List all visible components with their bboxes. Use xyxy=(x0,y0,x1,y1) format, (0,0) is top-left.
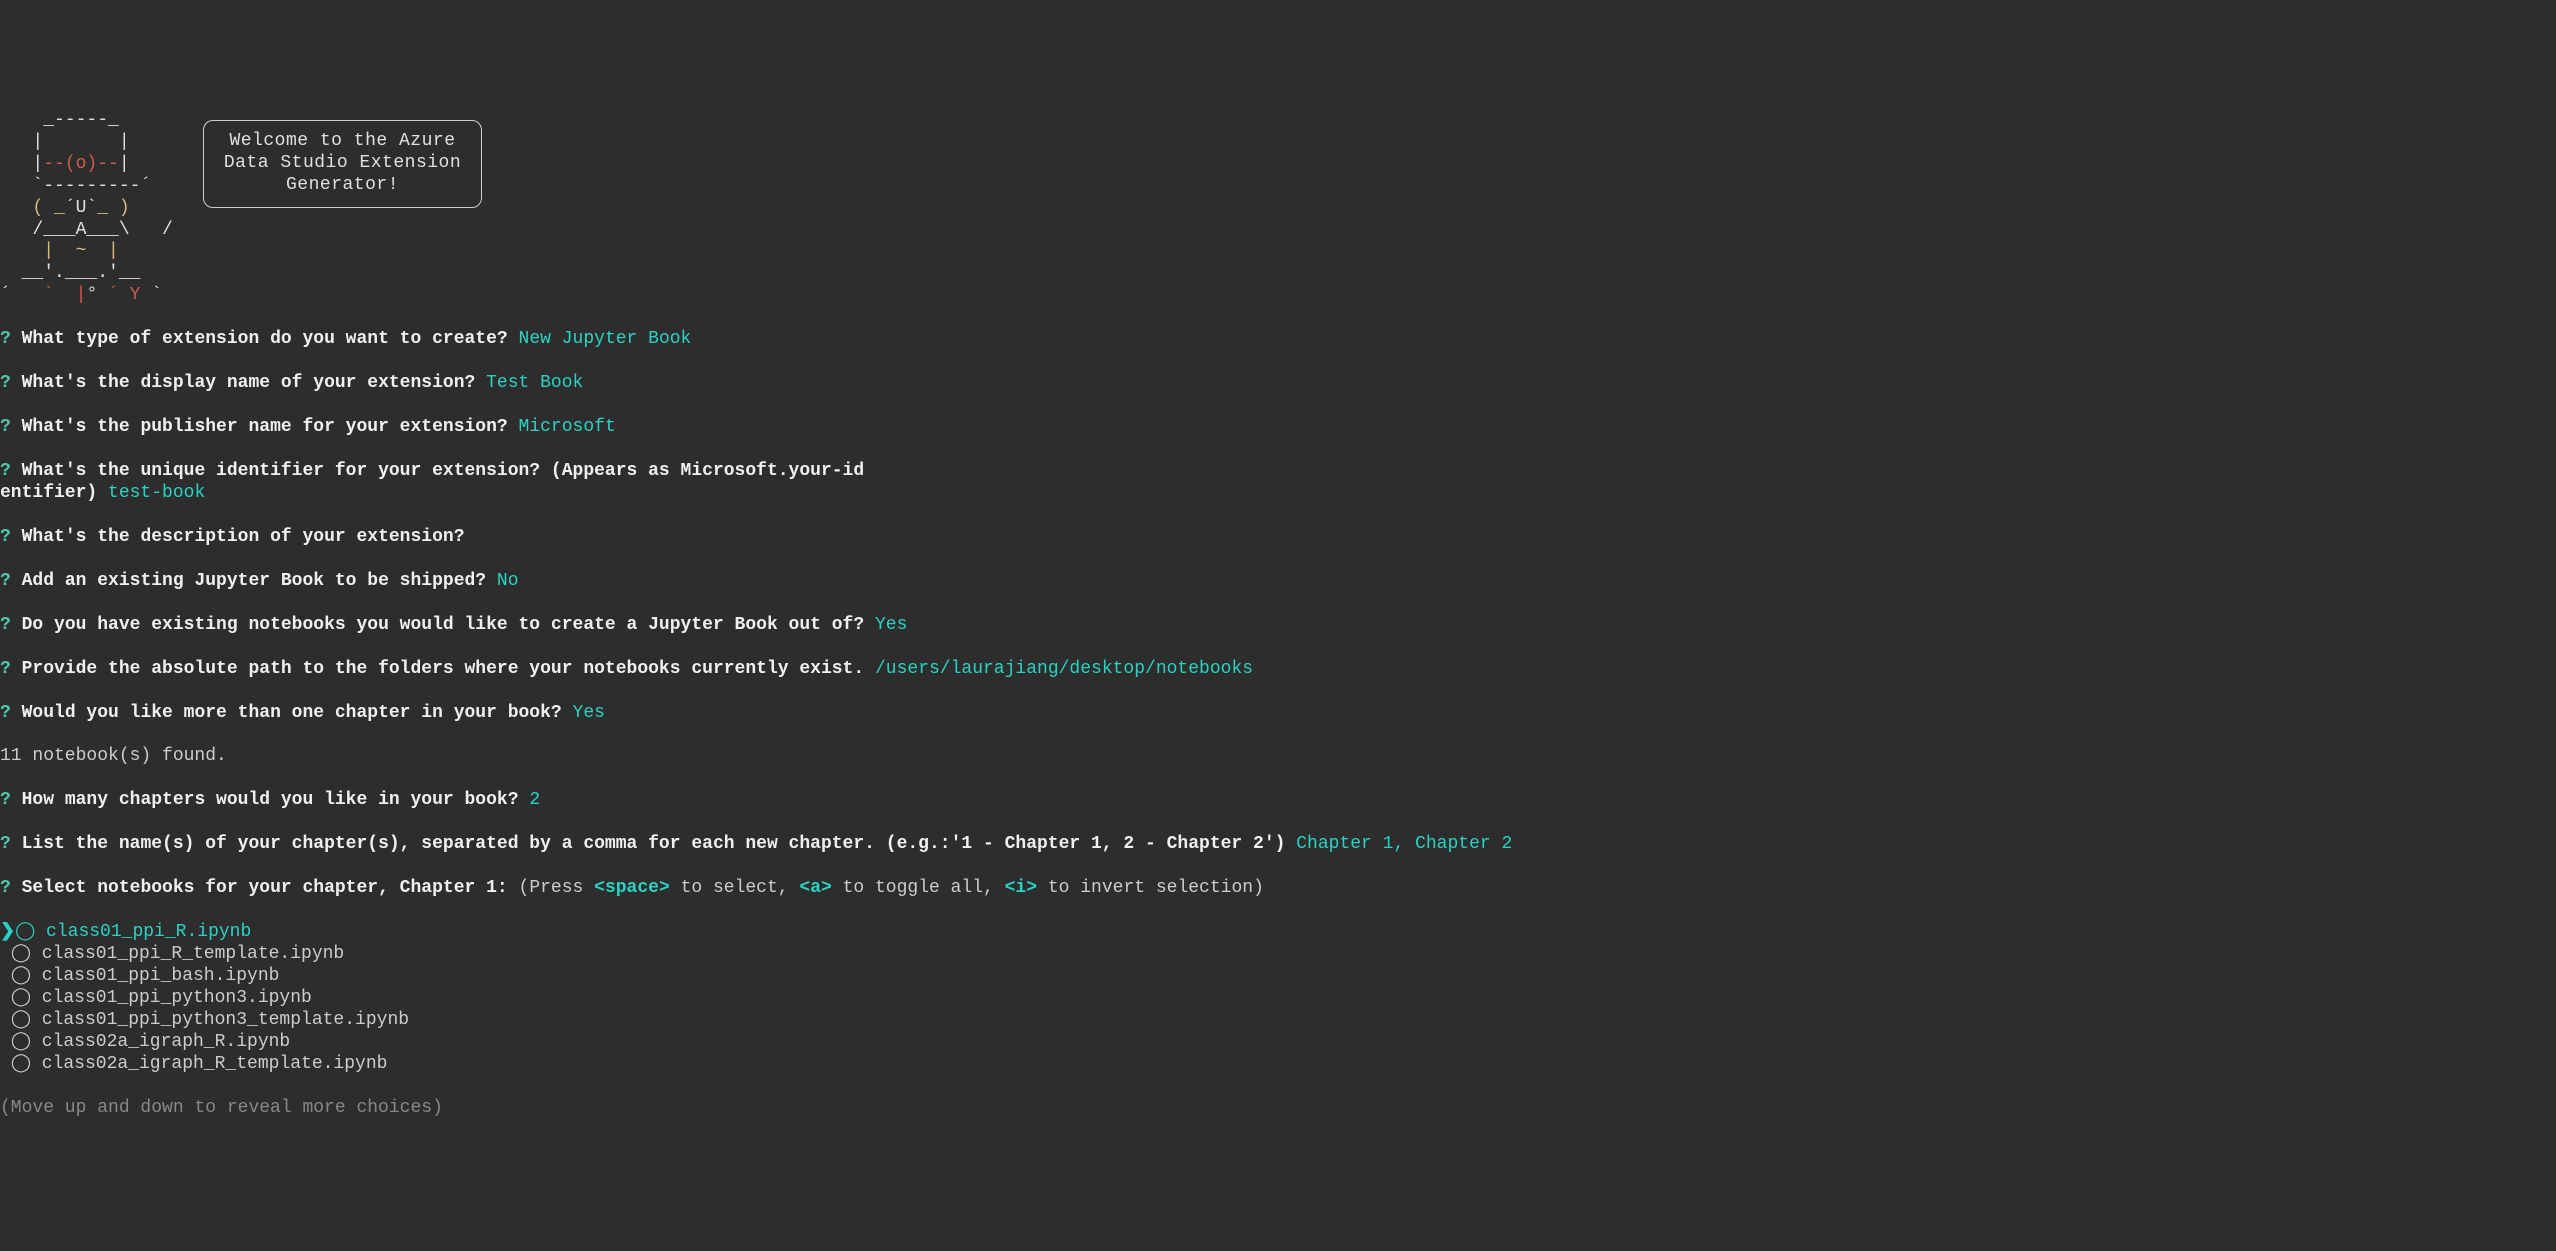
prompt-existing-notebooks: ? Do you have existing notebooks you wou… xyxy=(0,615,2556,637)
prompt-notebooks-path: ? Provide the absolute path to the folde… xyxy=(0,659,2556,681)
prompt-display-name: ? What's the display name of your extens… xyxy=(0,373,2556,395)
prompt-publisher-name: ? What's the publisher name for your ext… xyxy=(0,417,2556,439)
prompt-multi-chapter: ? Would you like more than one chapter i… xyxy=(0,703,2556,725)
yeoman-ascii-logo: _-----_ | | |--(o)--| `---------´ ( _´U`… xyxy=(0,110,173,308)
terminal-output[interactable]: _-----_ | | |--(o)--| `---------´ ( _´U`… xyxy=(0,88,2556,1142)
prompt-existing-book: ? Add an existing Jupyter Book to be shi… xyxy=(0,571,2556,593)
prompt-description: ? What's the description of your extensi… xyxy=(0,527,2556,549)
prompt-select-notebooks[interactable]: ? Select notebooks for your chapter, Cha… xyxy=(0,878,2556,900)
prompt-chapter-names: ? List the name(s) of your chapter(s), s… xyxy=(0,834,2556,856)
more-choices-hint: (Move up and down to reveal more choices… xyxy=(0,1098,2556,1120)
notebook-selection-list[interactable]: ❯◯ class01_ppi_R.ipynb ◯ class01_ppi_R_t… xyxy=(0,922,2556,1076)
prompt-chapter-count: ? How many chapters would you like in yo… xyxy=(0,790,2556,812)
prompt-unique-id: ? What's the unique identifier for your … xyxy=(0,461,2556,505)
prompt-extension-type: ? What type of extension do you want to … xyxy=(0,329,2556,351)
notebooks-found-text: 11 notebook(s) found. xyxy=(0,746,2556,768)
welcome-message-box: Welcome to the Azure Data Studio Extensi… xyxy=(203,120,482,208)
